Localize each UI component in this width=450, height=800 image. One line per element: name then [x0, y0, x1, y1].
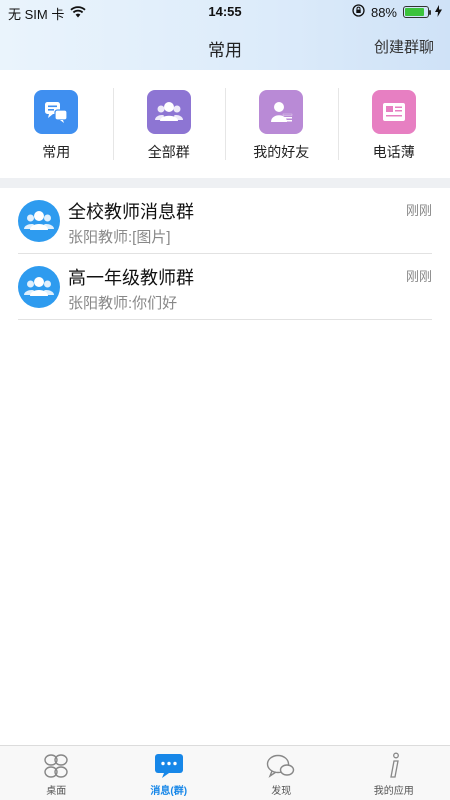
bottom-tab-bar: 桌面 消息(群) 发现 我的应用	[0, 745, 450, 800]
message-time: 刚刚	[405, 269, 432, 284]
quick-action-all-groups[interactable]: 全部群	[112, 70, 226, 178]
quick-action-label: 全部群	[147, 144, 190, 160]
top-header: 无 SIM 卡 14:55 88% 常用 创建群聊	[0, 0, 450, 70]
create-group-button[interactable]: 创建群聊	[374, 36, 434, 57]
group-name: 高一年级教师群	[68, 268, 194, 288]
tab-my-apps[interactable]: 我的应用	[338, 746, 450, 800]
quick-action-friends[interactable]: 我的好友	[225, 70, 338, 178]
quick-action-label: 电话薄	[372, 144, 415, 160]
contact-card-icon	[259, 90, 304, 134]
discover-chat-icon	[266, 752, 296, 780]
tab-desktop[interactable]: 桌面	[0, 746, 113, 800]
group-icon	[146, 90, 191, 134]
chat-bubbles-icon	[34, 90, 79, 134]
battery-fill	[405, 8, 424, 16]
status-right: 88%	[352, 4, 442, 20]
tab-label: 桌面	[46, 786, 67, 797]
last-message: 张阳教师:[图片]	[68, 229, 171, 246]
rotation-lock-icon	[352, 4, 365, 20]
tab-discover[interactable]: 发现	[225, 746, 338, 800]
phonebook-icon	[371, 90, 416, 134]
tab-label: 消息(群)	[150, 786, 188, 797]
last-message: 张阳教师:你们好	[68, 295, 178, 312]
group-avatar-icon	[18, 266, 60, 308]
row-divider	[18, 319, 432, 320]
status-bar: 无 SIM 卡 14:55 88%	[0, 0, 450, 24]
tab-messages[interactable]: 消息(群)	[113, 746, 226, 800]
section-divider	[0, 178, 450, 188]
group-name: 全校教师消息群	[68, 202, 194, 222]
quick-action-label: 常用	[42, 144, 71, 160]
quick-actions: 常用 全部群 我的好友 电话薄	[0, 70, 450, 178]
tab-label: 我的应用	[373, 786, 414, 797]
group-avatar-icon	[18, 200, 60, 242]
charging-icon	[435, 4, 442, 20]
desktop-grid-icon	[41, 752, 71, 780]
group-list: 全校教师消息群 张阳教师:[图片] 刚刚 高一年级教师群 张阳教师:你们好 刚刚	[0, 188, 450, 320]
battery-percent: 88%	[370, 4, 397, 20]
quick-action-frequent[interactable]: 常用	[0, 70, 113, 178]
quick-action-phonebook[interactable]: 电话薄	[337, 70, 450, 178]
battery-icon	[403, 6, 431, 18]
list-item[interactable]: 高一年级教师群 张阳教师:你们好 刚刚	[0, 254, 450, 320]
quick-action-label: 我的好友	[253, 144, 310, 160]
message-time: 刚刚	[405, 203, 432, 218]
tab-label: 发现	[271, 786, 292, 797]
list-item[interactable]: 全校教师消息群 张阳教师:[图片] 刚刚	[0, 188, 450, 254]
info-icon	[379, 752, 409, 780]
message-icon	[154, 752, 184, 780]
